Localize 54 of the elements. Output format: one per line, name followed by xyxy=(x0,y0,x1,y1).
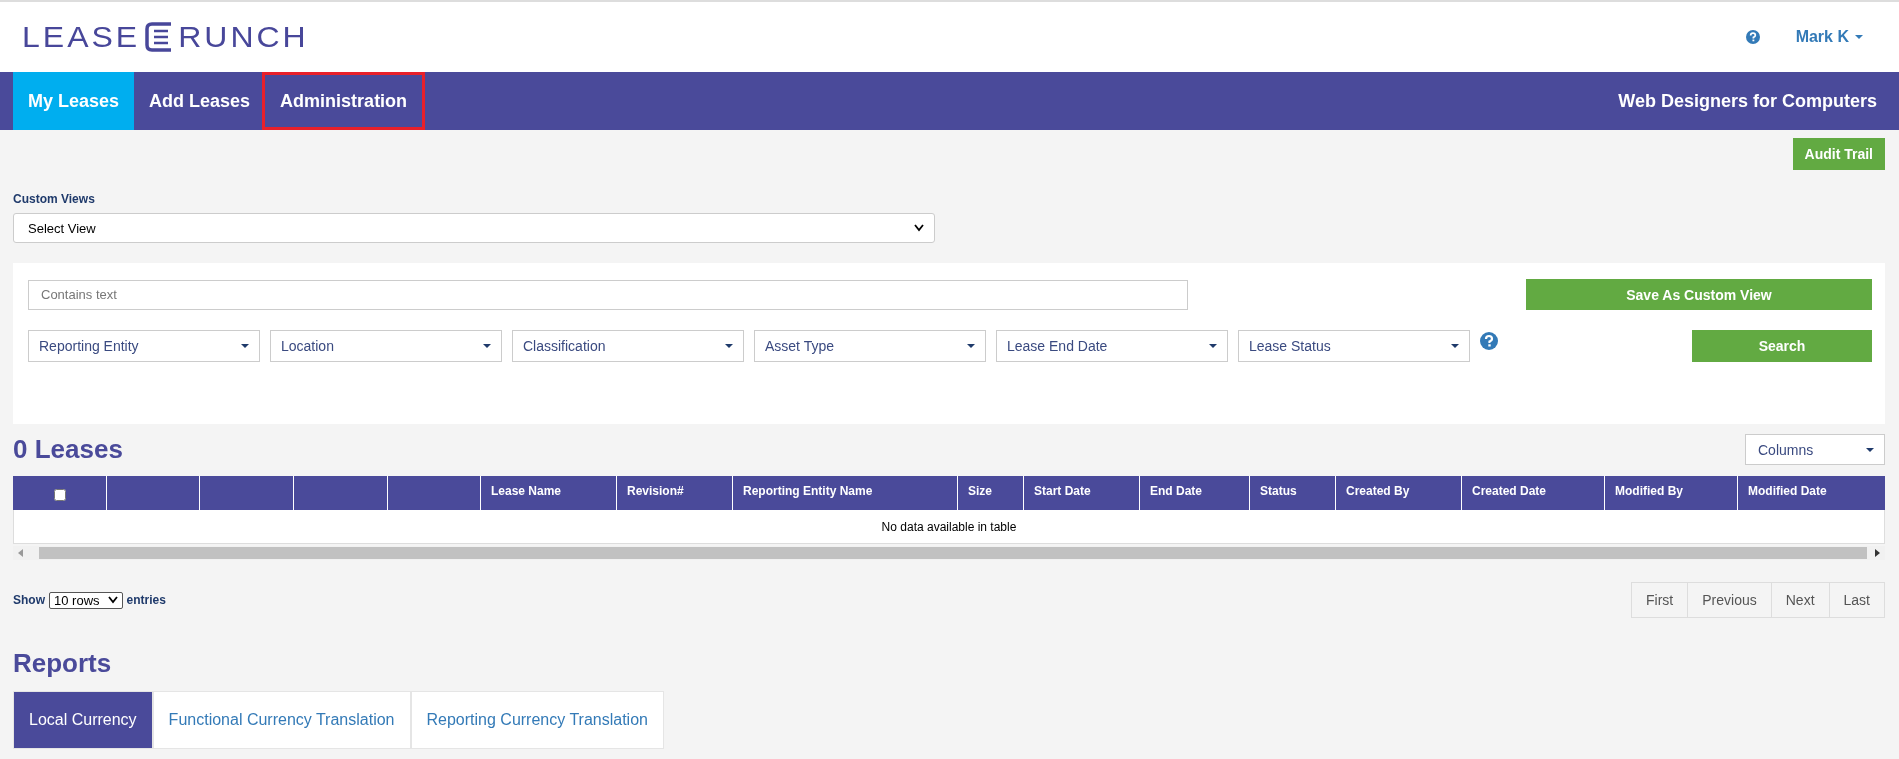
column-header[interactable]: Status xyxy=(1250,476,1336,510)
filter-dropdown[interactable]: Classification xyxy=(512,330,744,362)
column-header[interactable]: Lease Name xyxy=(481,476,617,510)
columns-dropdown[interactable]: Columns xyxy=(1745,434,1885,465)
filter-dropdown[interactable]: Lease Status xyxy=(1238,330,1470,362)
chevron-icon xyxy=(914,224,924,232)
column-header[interactable]: Modified Date xyxy=(1738,476,1885,510)
filter-dropdown[interactable]: Location xyxy=(270,330,502,362)
scroll-left-icon[interactable] xyxy=(17,549,25,557)
search-field[interactable]: Contains text xyxy=(28,279,1188,310)
logo-text: LEASE xyxy=(22,20,141,54)
filter-dropdown[interactable]: Lease End Date xyxy=(996,330,1228,362)
pagination-button[interactable]: Last xyxy=(1828,582,1885,618)
column-header[interactable]: End Date xyxy=(1140,476,1250,510)
reports-title: Reports xyxy=(13,648,113,679)
help-icon[interactable] xyxy=(1745,30,1760,44)
column-header[interactable]: Modified By xyxy=(1605,476,1738,510)
column-header[interactable]: Created Date xyxy=(1462,476,1605,510)
show-label: Show xyxy=(13,593,45,607)
chevron-icon xyxy=(107,596,118,604)
report-tab[interactable]: Local Currency xyxy=(13,691,153,749)
company-name: Web Designers for Computers xyxy=(1618,90,1877,112)
pagination-button[interactable]: First xyxy=(1631,582,1689,618)
caret-icon xyxy=(1866,447,1874,452)
scrollbar-thumb[interactable] xyxy=(39,547,1867,559)
help-icon[interactable] xyxy=(1480,332,1498,350)
report-tab[interactable]: Functional Currency Translation xyxy=(152,691,411,749)
column-header[interactable]: Revision# xyxy=(617,476,733,510)
select-all-checkbox[interactable] xyxy=(53,489,66,501)
caret-icon xyxy=(241,344,249,348)
rows-select[interactable]: 10 rows xyxy=(49,591,123,609)
nav-tab[interactable]: Administration xyxy=(262,72,426,130)
caret-icon xyxy=(1209,344,1217,348)
column-header[interactable]: Size xyxy=(958,476,1024,510)
report-tab[interactable]: Reporting Currency Translation xyxy=(410,691,664,749)
column-header[interactable]: Reporting Entity Name xyxy=(733,476,958,510)
caret-icon xyxy=(1451,344,1459,348)
caret-icon xyxy=(483,344,491,348)
custom-views-label: Custom Views xyxy=(13,192,96,206)
scroll-right-icon[interactable] xyxy=(1873,549,1881,557)
logo-text: RUNCH xyxy=(178,20,309,54)
column-header[interactable]: Start Date xyxy=(1024,476,1140,510)
pagination-button[interactable]: Previous xyxy=(1687,582,1772,618)
user-menu[interactable]: Mark K xyxy=(1795,28,1863,46)
view-select[interactable]: Select View xyxy=(13,213,935,243)
filter-dropdown[interactable]: Reporting Entity xyxy=(28,330,260,362)
leases-title: 0 Leases xyxy=(13,434,123,465)
filter-dropdown[interactable]: Asset Type xyxy=(754,330,986,362)
column-header[interactable]: Created By xyxy=(1336,476,1462,510)
entries-label: entries xyxy=(126,593,166,607)
empty-table-message: No data available in table xyxy=(13,510,1885,544)
pagination-button[interactable]: Next xyxy=(1770,582,1830,618)
caret-icon xyxy=(967,344,975,348)
caret-icon xyxy=(725,344,733,348)
